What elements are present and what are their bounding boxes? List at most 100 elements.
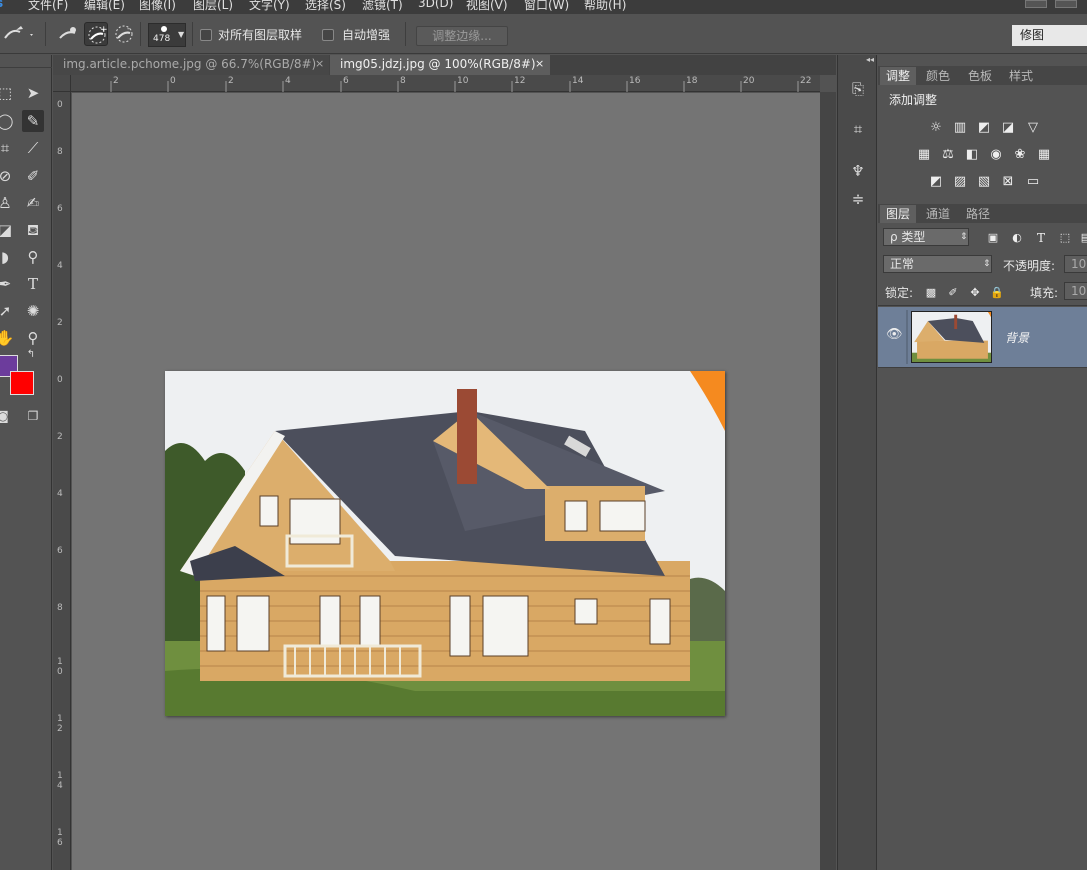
fill-input[interactable]: 100: [1064, 282, 1087, 300]
tab-layers[interactable]: 图层: [880, 205, 917, 223]
layer-filter-select[interactable]: ρ 类型 ⇕: [883, 228, 969, 246]
visibility-eye-icon[interactable]: 👁: [886, 327, 903, 342]
canvas-scrollbar[interactable]: [820, 92, 836, 870]
channel-mixer-icon[interactable]: ❀: [1011, 148, 1029, 162]
restore-button[interactable]: [1055, 0, 1077, 8]
exposure-icon[interactable]: ◪: [999, 121, 1017, 135]
menu-select[interactable]: 选择(S): [305, 0, 346, 13]
menu-help[interactable]: 帮助(H): [584, 0, 626, 13]
photo-filter-icon[interactable]: ◉: [987, 148, 1005, 162]
vibrance-icon[interactable]: ▽: [1024, 121, 1042, 135]
options-bar: + - 478 ▼ 对所有图层取样 自动增强 调整边缘... 修图: [0, 14, 1087, 54]
menu-image[interactable]: 图像(I): [139, 0, 176, 13]
workspace-select[interactable]: 修图: [1012, 25, 1087, 46]
screen-mode-icon[interactable]: ❐: [22, 405, 44, 427]
type-tool-icon[interactable]: T: [22, 273, 44, 295]
menu-file[interactable]: 文件(F): [28, 0, 68, 13]
filter-smart-icon[interactable]: ▤: [1077, 231, 1087, 245]
paint-bucket-icon[interactable]: ⛾: [22, 219, 44, 241]
brushes-panel-icon[interactable]: ♆: [846, 159, 870, 183]
tab-color[interactable]: 颜色: [920, 67, 956, 85]
close-icon[interactable]: ×: [535, 55, 544, 73]
crop-tool-icon[interactable]: ⌗: [0, 137, 16, 159]
lock-all-icon[interactable]: 🔒: [988, 286, 1006, 300]
tab-swatches[interactable]: 色板: [962, 67, 998, 85]
filter-pixel-icon[interactable]: ▣: [984, 231, 1002, 245]
gradient-map-icon[interactable]: ▭: [1024, 175, 1042, 189]
brush-size-picker[interactable]: 478 ▼: [148, 23, 186, 47]
blend-mode-select[interactable]: 正常 ⇕: [883, 255, 992, 273]
new-selection-button[interactable]: [56, 22, 80, 46]
tab-img-article[interactable]: img.article.pchome.jpg @ 66.7%(RGB/8#) ×: [53, 55, 329, 75]
swap-colors-icon[interactable]: ↰: [24, 348, 38, 362]
filter-shape-icon[interactable]: ⬚: [1056, 231, 1074, 245]
hand-tool-icon[interactable]: ✋: [0, 327, 16, 349]
healing-brush-icon[interactable]: ⊘: [0, 165, 16, 187]
add-to-selection-button[interactable]: +: [84, 22, 108, 46]
color-balance-icon[interactable]: ⚖: [939, 148, 957, 162]
menu-3d[interactable]: 3D(D): [418, 0, 453, 10]
filter-adjustment-icon[interactable]: ◐: [1008, 231, 1026, 245]
house-photo[interactable]: [165, 371, 725, 716]
dodge-tool-icon[interactable]: ⚲: [22, 246, 44, 268]
quick-selection-tool-icon[interactable]: ✎: [22, 110, 44, 132]
menu-edit[interactable]: 编辑(E): [84, 0, 125, 13]
path-selection-icon[interactable]: ➚: [0, 300, 16, 322]
filter-type-icon[interactable]: T: [1032, 231, 1050, 245]
history-panel-icon[interactable]: ⎘: [846, 77, 870, 101]
menu-filter[interactable]: 滤镜(T): [362, 0, 403, 13]
menu-view[interactable]: 视图(V): [466, 0, 508, 13]
subtract-from-selection-button[interactable]: -: [112, 22, 136, 46]
lock-position-icon[interactable]: ✥: [966, 286, 984, 300]
close-icon[interactable]: ×: [315, 55, 324, 73]
posterize-icon[interactable]: ▨: [951, 175, 969, 189]
ruler-origin[interactable]: [53, 75, 71, 92]
auto-enhance-checkbox[interactable]: [322, 29, 334, 41]
blur-tool-icon[interactable]: ◗: [0, 246, 16, 268]
shape-tool-icon[interactable]: ✺: [22, 300, 44, 322]
horizontal-ruler[interactable]: 2 0 2 4 6 8 10 12 14 16 18 20 22: [71, 75, 820, 92]
move-tool-icon[interactable]: ➤: [22, 82, 44, 104]
menu-type[interactable]: 文字(Y): [249, 0, 290, 13]
background-color-swatch[interactable]: [10, 371, 34, 395]
eyedropper-tool-icon[interactable]: ⟋: [22, 137, 44, 159]
selective-color-icon[interactable]: ⊠: [999, 175, 1017, 189]
collapse-icon[interactable]: ◂◂: [838, 55, 878, 65]
curves-icon[interactable]: ◩: [975, 121, 993, 135]
color-lookup-icon[interactable]: ▦: [1035, 148, 1053, 162]
brush-tool-icon[interactable]: ✐: [22, 165, 44, 187]
marquee-tool-icon[interactable]: ⬚: [0, 82, 16, 104]
menu-window[interactable]: 窗口(W): [524, 0, 569, 13]
quick-mask-icon[interactable]: ◙: [0, 405, 14, 427]
layer-row-background[interactable]: 👁 背景: [878, 307, 1087, 367]
actions-panel-icon[interactable]: ⌗: [846, 117, 870, 141]
threshold-icon[interactable]: ▧: [975, 175, 993, 189]
lock-transparent-icon[interactable]: ▩: [922, 286, 940, 300]
toolbox: ⬚ ➤ ◯ ✎ ⌗ ⟋ ⊘ ✐ ♙ ✍ ◪ ⛾ ◗ ⚲ ✒ T ➚ ✺ ✋ ⚲ …: [0, 55, 52, 870]
lock-pixels-icon[interactable]: ✐: [944, 286, 962, 300]
refine-edge-button[interactable]: 调整边缘...: [416, 26, 508, 46]
pen-tool-icon[interactable]: ✒: [0, 273, 16, 295]
clone-stamp-icon[interactable]: ♙: [0, 192, 16, 214]
sample-all-layers-checkbox[interactable]: [200, 29, 212, 41]
menu-layer[interactable]: 图层(L): [193, 0, 233, 13]
tab-img05[interactable]: img05.jdzj.jpg @ 100%(RGB/8#) ×: [330, 55, 550, 75]
tab-paths[interactable]: 路径: [960, 205, 996, 223]
minimize-button[interactable]: [1025, 0, 1047, 8]
vertical-ruler[interactable]: 0 8 6 4 2 0 2 4 6 8 1 0 1 2 1 4 1 6: [53, 92, 71, 870]
tab-adjustments[interactable]: 调整: [880, 67, 917, 85]
properties-panel-icon[interactable]: ≑: [846, 187, 870, 211]
black-white-icon[interactable]: ◧: [963, 148, 981, 162]
lasso-tool-icon[interactable]: ◯: [0, 110, 16, 132]
opacity-input[interactable]: 100: [1064, 255, 1087, 273]
tab-channels[interactable]: 通道: [920, 205, 956, 223]
history-brush-icon[interactable]: ✍: [22, 192, 44, 214]
tab-styles[interactable]: 样式: [1003, 67, 1039, 85]
hue-saturation-icon[interactable]: ▦: [915, 148, 933, 162]
invert-icon[interactable]: ◩: [927, 175, 945, 189]
zoom-tool-icon[interactable]: ⚲: [22, 327, 44, 349]
eraser-tool-icon[interactable]: ◪: [0, 219, 16, 241]
brightness-icon[interactable]: ☼: [927, 121, 945, 135]
tool-preset-picker[interactable]: [2, 22, 33, 46]
levels-icon[interactable]: ▥: [951, 121, 969, 135]
